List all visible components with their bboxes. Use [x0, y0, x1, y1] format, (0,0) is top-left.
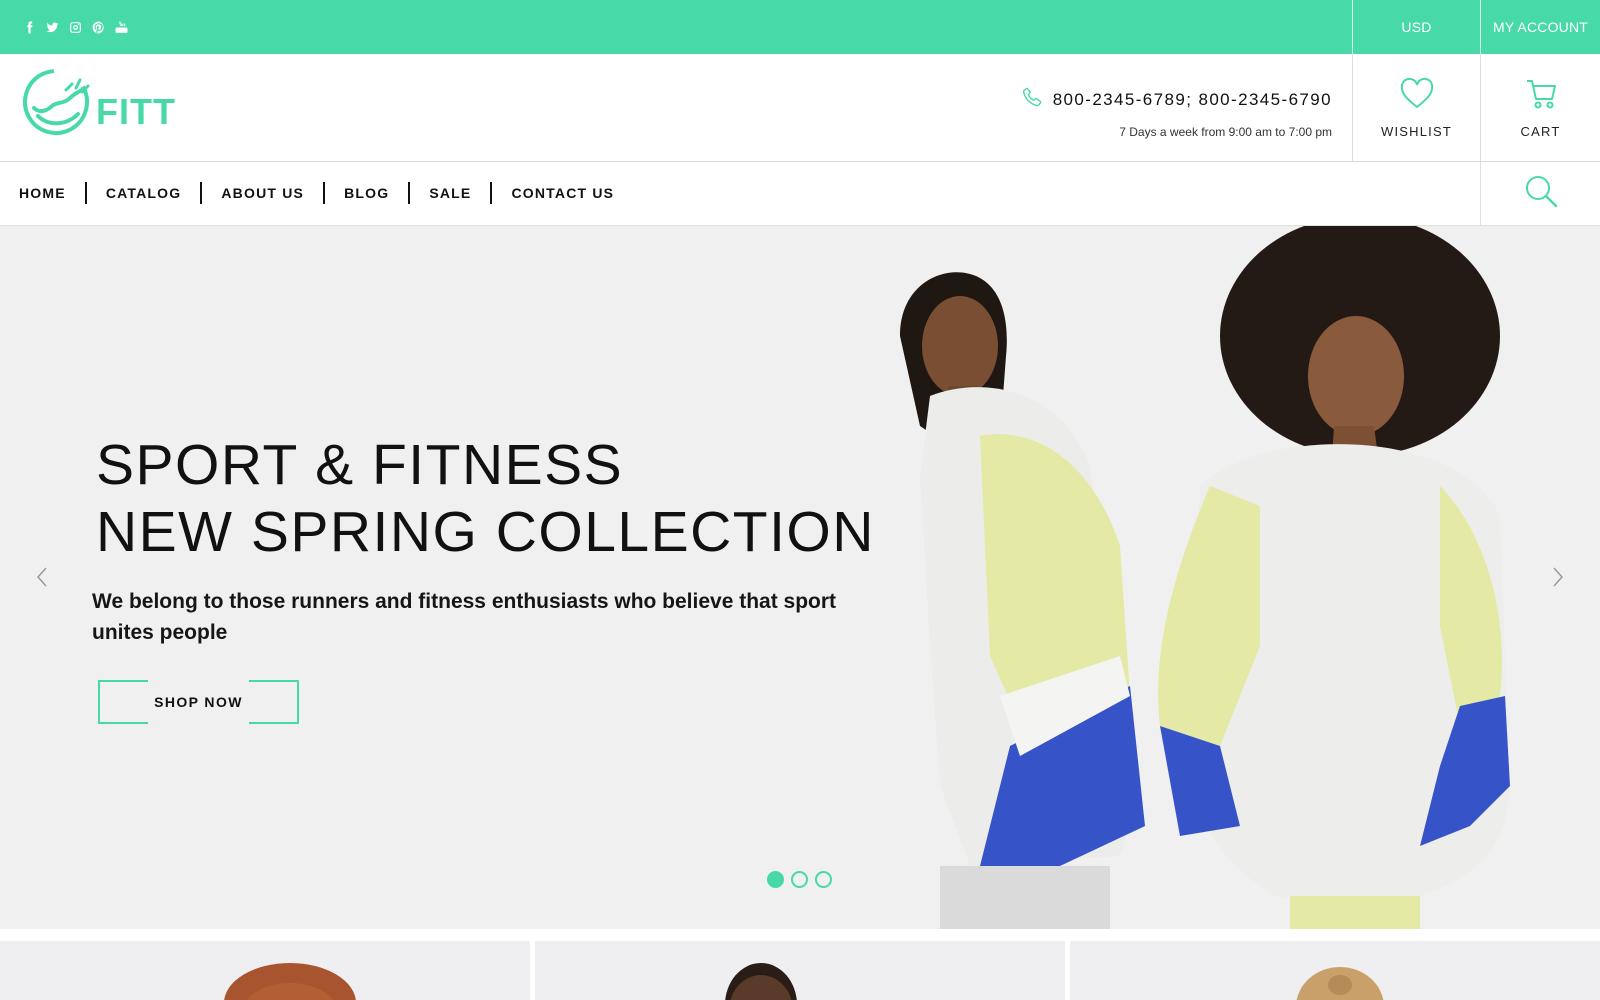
hero-image-models — [860, 226, 1600, 929]
slider-dot-3[interactable] — [815, 871, 832, 888]
shop-now-button[interactable]: SHOP NOW — [98, 680, 299, 724]
nav-item-catalog[interactable]: CATALOG — [106, 185, 182, 201]
opening-hours: 7 Days a week from 9:00 am to 7:00 pm — [1119, 125, 1332, 139]
slider-dot-1[interactable] — [767, 871, 784, 888]
nav-item-sale[interactable]: SALE — [429, 185, 471, 201]
phone-numbers[interactable]: 800-2345-6789; 800-2345-6790 — [1053, 90, 1332, 110]
nav-item-blog[interactable]: BLOG — [344, 185, 389, 201]
main-navigation: HOME CATALOG ABOUT US BLOG SALE CONTACT … — [0, 162, 1600, 226]
nav-divider — [84, 182, 87, 204]
chevron-left-icon[interactable] — [30, 562, 54, 592]
pinterest-icon[interactable] — [91, 19, 105, 35]
search-icon — [1523, 173, 1559, 214]
site-header: FITT 800-2345-6789; 800-2345-6790 7 Days… — [0, 54, 1600, 162]
hero-title-line-1: SPORT & FITNESS — [96, 433, 624, 497]
nav-divider — [490, 182, 493, 204]
category-banners — [0, 941, 1600, 1000]
instagram-icon[interactable] — [68, 19, 82, 35]
slider-pagination — [767, 871, 832, 888]
nav-item-home[interactable]: HOME — [19, 185, 66, 201]
youtube-icon[interactable] — [114, 19, 128, 35]
category-banner-2[interactable] — [535, 941, 1065, 1000]
nav-item-about-us[interactable]: ABOUT US — [221, 185, 304, 201]
wishlist-button[interactable]: WISHLIST — [1352, 54, 1480, 161]
shop-now-label: SHOP NOW — [154, 694, 243, 710]
top-bar: USD MY ACCOUNT — [0, 0, 1600, 54]
cart-label: CART — [1520, 123, 1561, 139]
my-account-link[interactable]: MY ACCOUNT — [1480, 0, 1600, 54]
nav-divider — [200, 182, 203, 204]
hero-title: SPORT & FITNESS NEW SPRING COLLECTION — [96, 432, 875, 566]
wishlist-label: WISHLIST — [1381, 123, 1452, 139]
nav-item-contact-us[interactable]: CONTACT US — [511, 185, 614, 201]
hero-slider: SPORT & FITNESS NEW SPRING COLLECTION We… — [0, 226, 1600, 929]
slider-dot-2[interactable] — [791, 871, 808, 888]
twitter-icon[interactable] — [45, 19, 59, 35]
nav-divider — [323, 182, 326, 204]
social-links — [22, 19, 128, 35]
facebook-icon[interactable] — [22, 19, 36, 35]
fitt-logo[interactable]: FITT — [22, 68, 182, 144]
cart-button[interactable]: CART — [1480, 54, 1600, 161]
category-banner-1[interactable] — [0, 941, 530, 1000]
cart-icon — [1523, 77, 1559, 116]
search-button[interactable] — [1480, 162, 1600, 225]
contact-block: 800-2345-6789; 800-2345-6790 7 Days a we… — [1021, 86, 1332, 139]
chevron-right-icon[interactable] — [1546, 562, 1570, 592]
nav-divider — [408, 182, 411, 204]
category-banner-3[interactable] — [1070, 941, 1600, 1000]
hero-title-line-2: NEW SPRING COLLECTION — [96, 500, 875, 564]
svg-text:FITT: FITT — [96, 91, 176, 132]
heart-icon — [1399, 77, 1435, 116]
currency-selector[interactable]: USD — [1352, 0, 1480, 54]
phone-icon — [1021, 86, 1043, 113]
hero-subtitle: We belong to those runners and fitness e… — [92, 590, 837, 644]
